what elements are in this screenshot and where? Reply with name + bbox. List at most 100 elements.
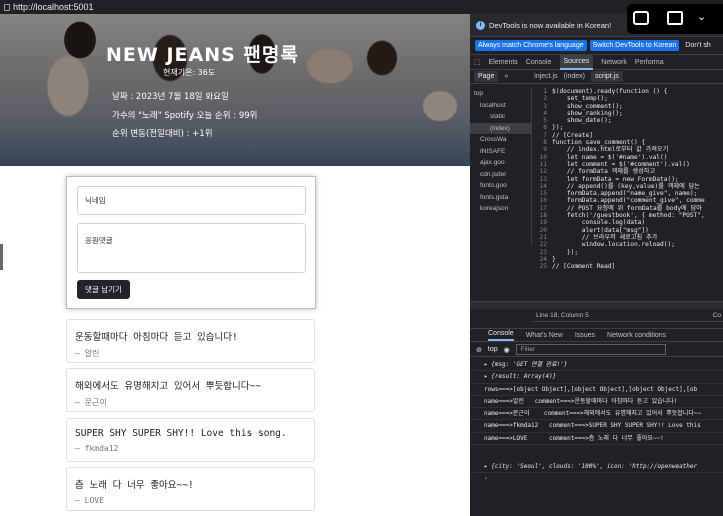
line-number: 12 xyxy=(539,168,547,176)
file-tab-script[interactable]: script.js xyxy=(591,71,623,82)
console-line[interactable]: ▸ {city: 'Seoul', clouds: '100%', icon: … xyxy=(470,461,723,474)
nav-item[interactable]: localhost xyxy=(470,100,531,112)
context-select[interactable]: top xyxy=(488,346,498,353)
devtools-panel: i DevTools is now available in Korean! Al… xyxy=(470,14,723,516)
tab-page[interactable]: Page xyxy=(474,71,499,82)
tab-console[interactable]: Console xyxy=(526,59,552,66)
code-line: 4 show_ranking(); xyxy=(532,110,723,117)
switch-korean-button[interactable]: Switch DevTools to Korean xyxy=(589,40,680,51)
url-text[interactable]: http://localhost:5001 xyxy=(13,2,94,12)
line-number: 7 xyxy=(543,131,547,139)
comment-text: 운동할때마다 아침마다 듣고 있습니다! xyxy=(75,332,238,343)
notice-actions: Always match Chrome's language Switch De… xyxy=(470,37,723,55)
chat-icon[interactable] xyxy=(633,11,649,25)
clear-console-icon[interactable]: ⊘ xyxy=(476,346,482,354)
line-number: 22 xyxy=(539,241,547,249)
more-tabs-icon[interactable]: » xyxy=(504,73,508,80)
code-line: 12 // formData 객체를 생성하고 xyxy=(532,168,723,175)
drawer-tab-console[interactable]: Console xyxy=(488,330,514,341)
nav-item[interactable]: cdn.jsdel xyxy=(470,169,531,181)
tab-performance[interactable]: Performa xyxy=(635,59,664,66)
console-line: name===>LOVE comment===>츰 노래 다 너무 좋아요~~! xyxy=(470,433,723,446)
comment-card: 운동할때마다 아침마다 듣고 있습니다! – 알린 xyxy=(66,319,315,363)
code-line: 7 // [Create] xyxy=(532,132,723,139)
line-number: 18 xyxy=(539,212,547,220)
nav-item[interactable]: INISAFE xyxy=(470,146,531,158)
nickname-input[interactable] xyxy=(77,186,306,215)
file-tab-inject[interactable]: inject.js xyxy=(534,73,557,80)
nav-item[interactable]: static xyxy=(470,111,531,123)
tab-network[interactable]: Network xyxy=(601,59,627,66)
devtools-main-tabs: ⬚ Elements Console Sources Network Perfo… xyxy=(470,54,723,70)
line-code: // index.html로부터 값 가져오기 xyxy=(552,146,669,154)
line-code: formData.append("name_give", name); xyxy=(552,190,698,198)
line-code: $(document).ready(function () { xyxy=(552,88,668,95)
console-line[interactable]: ▸ {msg: 'GET 연결 완료!'} xyxy=(470,359,723,372)
line-code: show_date(); xyxy=(552,117,612,125)
drawer-tab-whats-new[interactable]: What's New xyxy=(526,332,563,339)
line-number: 21 xyxy=(539,233,547,241)
code-line: 22 window.location.reload(); xyxy=(532,241,723,248)
code-line: 2 set_temp(); xyxy=(532,95,723,102)
line-number: 20 xyxy=(539,226,547,234)
comment-form: 댓글 남기기 xyxy=(66,176,316,309)
code-editor[interactable]: 1 $(document).ready(function () {2 set_te… xyxy=(532,88,723,298)
ranking-text: 가수의 "노래" Spotify 오늘 순위 : 99위 xyxy=(112,111,258,121)
floating-toolbar: ⌄ xyxy=(627,4,723,34)
line-number: 15 xyxy=(539,190,547,198)
tab-sources[interactable]: Sources xyxy=(559,54,594,70)
line-number: 9 xyxy=(543,146,547,154)
nav-item[interactable]: koreajson xyxy=(470,203,531,215)
nav-item[interactable]: top xyxy=(470,88,531,100)
code-line: 18 fetch('/guestbook', { method: "POST", xyxy=(532,212,723,219)
nav-item[interactable]: CrossWa xyxy=(470,134,531,146)
line-number: 17 xyxy=(539,204,547,212)
drawer-tab-network-conditions[interactable]: Network conditions xyxy=(607,332,666,339)
dont-show-button[interactable]: Don't sh xyxy=(682,40,713,51)
submit-comment-button[interactable]: 댓글 남기기 xyxy=(77,280,130,299)
line-number: 5 xyxy=(543,117,547,125)
cursor-position: Line 18, Column 5 xyxy=(536,312,589,319)
inspect-icon[interactable]: ⬚ xyxy=(474,58,481,66)
line-code: // POST 요청에 위 formData를 body에 담아 xyxy=(552,204,702,212)
comment-card: 해외에서도 유명해지고 있어서 뿌듯합니다~~ – 문근이 xyxy=(66,368,315,412)
line-number: 14 xyxy=(539,182,547,190)
lock-icon xyxy=(4,4,10,11)
console-line[interactable]: ▸ {result: Array(4)} xyxy=(470,371,723,384)
nav-item[interactable]: ajax.goo xyxy=(470,157,531,169)
line-code: // append()를 (key,value)를 객체에 담는 xyxy=(552,182,700,190)
comment-text: SUPER SHY SUPER SHY!! Love this song. xyxy=(75,428,287,439)
comment-textarea[interactable] xyxy=(77,223,306,273)
comment-text: 츰 노래 다 너무 좋아요~~! xyxy=(75,480,194,491)
nav-item[interactable]: (index) xyxy=(470,122,531,134)
console-filter-input[interactable]: Filter xyxy=(515,344,666,355)
line-code: }); xyxy=(552,124,564,132)
tab-elements[interactable]: Elements xyxy=(489,59,518,66)
address-bar[interactable]: http://localhost:5001 xyxy=(0,0,723,14)
window-icon[interactable] xyxy=(667,11,683,25)
comment-author: – 알린 xyxy=(75,349,100,358)
line-number: 11 xyxy=(539,160,547,168)
nav-item[interactable]: fonts.gsta xyxy=(470,192,531,204)
code-line: 21 // 브라우저 새로고침 추가 xyxy=(532,234,723,241)
chevron-down-icon[interactable]: ⌄ xyxy=(697,10,713,24)
line-code: formData.append("comment_give", comme xyxy=(552,197,705,205)
code-line: 20 alert(data["msg"]) xyxy=(532,227,723,234)
line-number: 6 xyxy=(543,124,547,132)
line-number: 2 xyxy=(543,95,547,103)
console-output: ▸ {msg: 'GET 연결 완료!'} ▸ {result: Array(4… xyxy=(470,359,723,486)
comment-card: SUPER SHY SUPER SHY!! Love this song. – f… xyxy=(66,418,315,462)
line-code: show_comment(); xyxy=(552,102,623,110)
code-line: 13 let formData = new FormData(); xyxy=(532,176,723,183)
file-tab-index[interactable]: (index) xyxy=(564,73,585,80)
code-line: 5 show_date(); xyxy=(532,117,723,124)
comment-author: – LOVE xyxy=(75,496,104,505)
editor-scrollbar[interactable] xyxy=(470,301,723,309)
nav-item[interactable]: fonts.goo xyxy=(470,180,531,192)
console-prompt-icon[interactable]: › xyxy=(470,473,723,485)
console-line: rows===>[object Object],[object Object],… xyxy=(470,384,723,396)
match-language-button[interactable]: Always match Chrome's language xyxy=(475,40,587,51)
drawer-tab-issues[interactable]: Issues xyxy=(575,332,595,339)
eye-icon[interactable]: ◉ xyxy=(504,346,510,354)
line-code: set_temp(); xyxy=(552,95,608,103)
